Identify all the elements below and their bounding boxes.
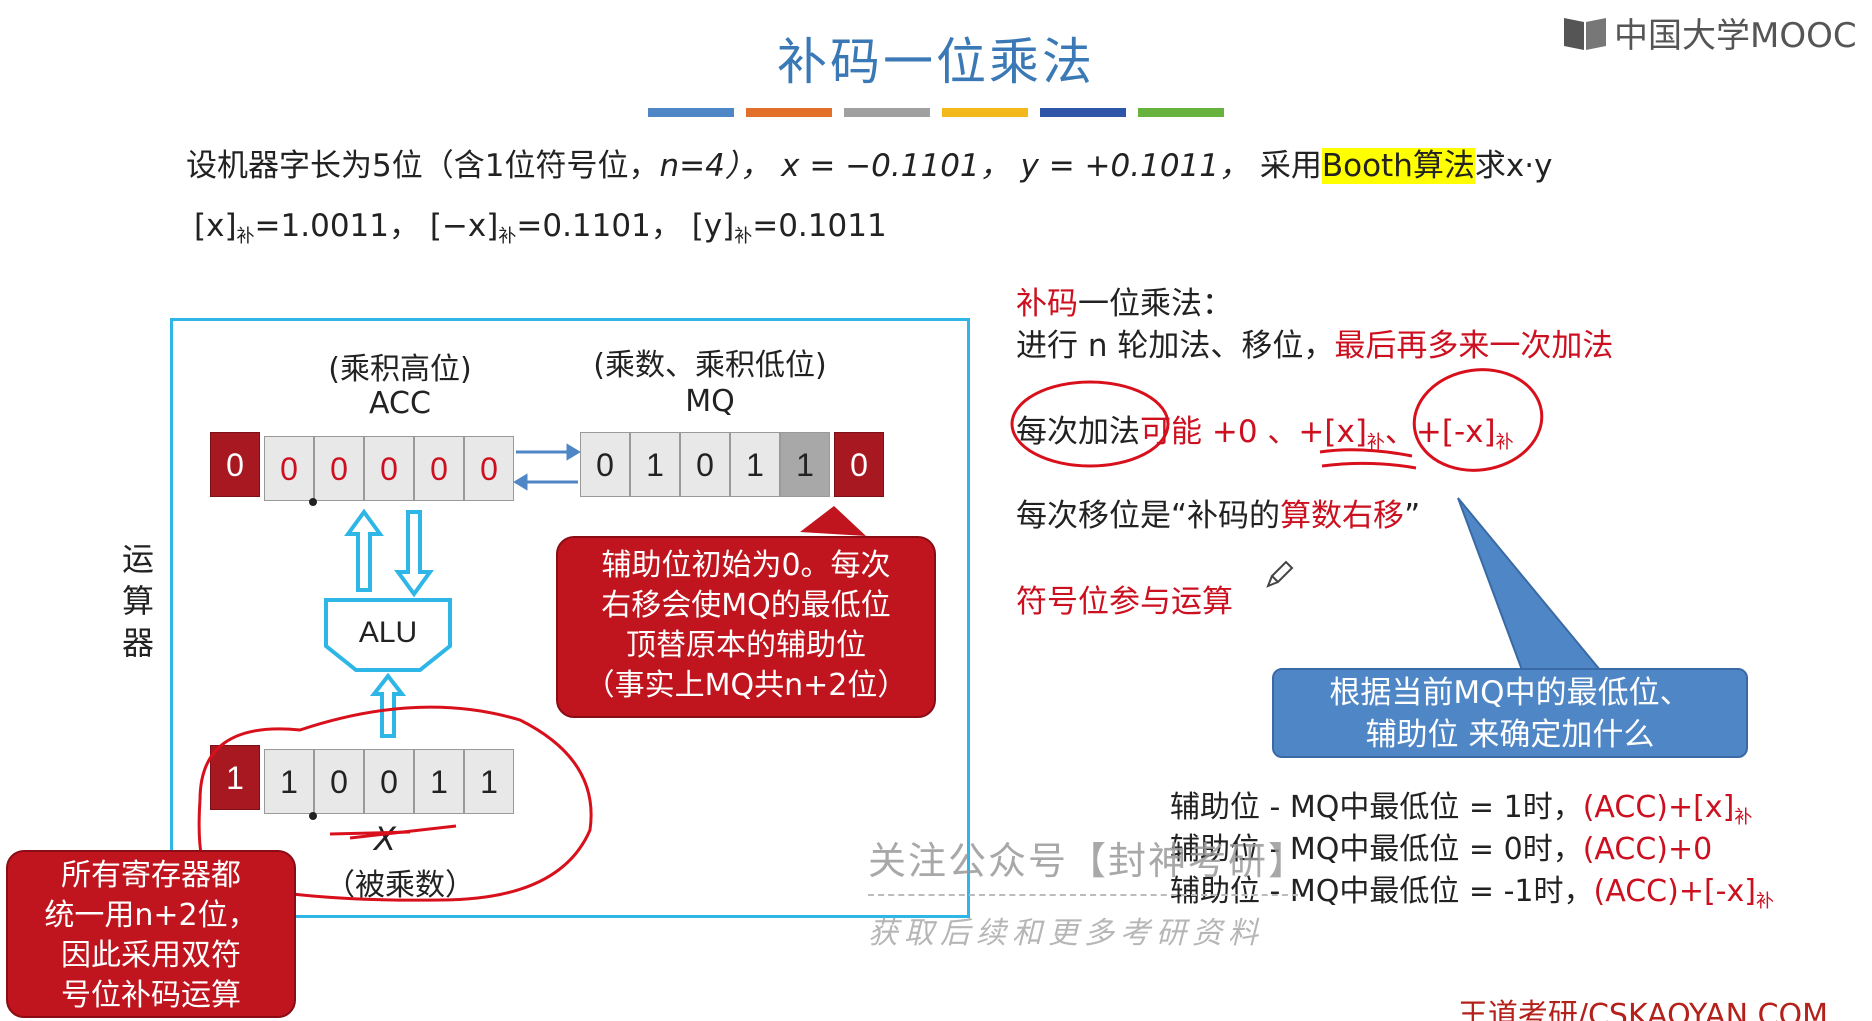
watermark-line-1: 关注公众号【封神考研】: [868, 839, 1309, 883]
rule-1-sub: 补: [1734, 807, 1753, 828]
blue-callout-line-2: 辅助位 来确定加什么: [1365, 717, 1655, 753]
notes-sign-bit: 符号位参与运算: [1016, 584, 1233, 620]
regs-callout-line-1: 所有寄存器都: [61, 858, 241, 893]
notes-rounds-red: 最后再多来一次加法: [1334, 328, 1614, 364]
acc-mq-arrows: [513, 443, 581, 491]
regs-callout-line-4: 号位补码运算: [61, 978, 241, 1013]
notes-heading-black: 一位乘法：: [1078, 286, 1233, 322]
blue-callout-line-1: 根据当前MQ中的最低位、: [1329, 675, 1691, 711]
registers-callout: 所有寄存器都 统一用n+2位， 因此采用双符 号位补码运算: [6, 850, 296, 1018]
notes-each-shift-red: 算数右移: [1280, 498, 1405, 534]
rule-1-op: (ACC)+[x]: [1582, 790, 1735, 825]
notes-each-add-sub1: 补: [1366, 432, 1385, 453]
alu-label: ALU: [358, 616, 418, 649]
x-bit-dot: [309, 812, 317, 820]
aux-callout-line-1: 辅助位初始为0。每次: [601, 548, 891, 583]
blue-callout-pointer: [1457, 497, 1603, 671]
acc-bit-dot: [309, 498, 317, 506]
regs-callout-line-2: 统一用n+2位，: [44, 898, 258, 933]
notes-heading-red: 补码: [1016, 286, 1078, 322]
aux-callout-line-4: （事实上MQ共n+2位）: [584, 668, 908, 703]
aux-callout-line-2: 右移会使MQ的最低位: [601, 588, 891, 623]
notes-each-add-text: 每次加法: [1016, 414, 1140, 450]
aux-callout-line-3: 顶替原本的辅助位: [626, 628, 866, 663]
blue-callout: 根据当前MQ中的最低位、 辅助位 来确定加什么: [1272, 668, 1748, 758]
aux-callout-pointer: [800, 506, 866, 536]
rule-3-sub: 补: [1755, 891, 1774, 912]
notes-each-add-sub2: 补: [1495, 432, 1514, 453]
slide: 补码一位乘法 中国大学MOOC 设机器字长为5位（含1位符号位，n=4）， x …: [0, 0, 1872, 1021]
regs-callout-line-3: 因此采用双符: [61, 938, 241, 973]
notes-each-shift-end: ”: [1404, 498, 1421, 534]
rule-3-op: (ACC)+[-x]: [1593, 874, 1756, 909]
footer-brand: 王道考研/CSKAOYAN.COM: [1457, 998, 1828, 1021]
notes-each-shift-text: 每次移位是“补码的: [1016, 498, 1281, 534]
notes-each-add-sep: 、+[-x]: [1384, 414, 1496, 450]
notes-each-shift: 每次移位是“补码的算数右移”: [1016, 490, 1420, 535]
rule-1: 辅助位 - MQ中最低位 = 1时，(ACC)+[x]补: [1170, 782, 1752, 829]
rule-2-op: (ACC)+0: [1582, 832, 1713, 867]
notes-rounds-text: 进行 n 轮加法、移位，: [1016, 328, 1335, 364]
notes-rounds: 进行 n 轮加法、移位，最后再多来一次加法: [1016, 320, 1613, 365]
pencil-cursor-icon: [1266, 560, 1294, 588]
watermark-divider: [868, 894, 1298, 896]
notes-each-add: 每次加法可能 +0 、+[x]补、+[-x]补: [1016, 406, 1514, 454]
notes-heading: 补码一位乘法：: [1016, 278, 1233, 323]
aux-bit-callout: 辅助位初始为0。每次 右移会使MQ的最低位 顶替原本的辅助位 （事实上MQ共n+…: [556, 536, 936, 718]
rule-1-text: 辅助位 - MQ中最低位 = 1时，: [1170, 790, 1583, 825]
watermark-line-2: 获取后续和更多考研资料: [868, 916, 1264, 951]
notes-each-add-red: 可能 +0 、+[x]: [1140, 414, 1367, 450]
